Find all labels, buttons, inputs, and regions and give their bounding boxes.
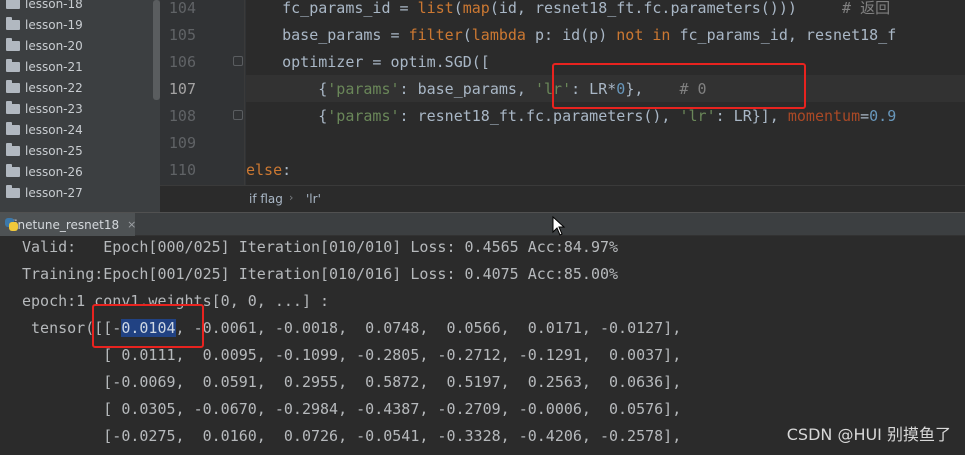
folder-icon: [6, 79, 20, 93]
folder-icon: [6, 142, 20, 156]
console-line: [ 0.0111, 0.0095, -0.1099, -0.2805, -0.2…: [22, 346, 682, 364]
breadcrumb-separator: ›: [289, 191, 294, 204]
fold-marker-icon[interactable]: [233, 110, 243, 120]
breadcrumb-item-lr[interactable]: 'lr': [306, 192, 321, 206]
tree-item-label: lesson-25: [25, 143, 83, 158]
line-number: 105: [168, 26, 196, 44]
gutter-separator: [244, 0, 245, 185]
tree-item-label: lesson-24: [25, 122, 83, 137]
tree-item-label: lesson-20: [25, 38, 83, 53]
watermark: CSDN @HUI 别摸鱼了: [786, 425, 951, 444]
highlight-box-weight: [92, 304, 204, 348]
breadcrumb-item-if-flag[interactable]: if flag: [249, 192, 283, 206]
run-tab-label: finetune_resnet18: [10, 217, 120, 232]
line-number: 106: [168, 53, 196, 71]
line-number: 109: [168, 134, 196, 152]
line-number: 108: [168, 107, 196, 125]
code-editor[interactable]: fc_params_id = list(map(id, resnet18_ft.…: [246, 0, 965, 185]
tree-item-label: lesson-18: [25, 0, 83, 11]
tree-item-lesson-23[interactable]: lesson-23: [6, 98, 83, 119]
project-tree: lesson-18 lesson-19 lesson-20 lesson-21 …: [0, 0, 160, 212]
line-number-current: 107: [168, 80, 196, 98]
tree-item-label: lesson-21: [25, 59, 83, 74]
fold-marker-icon[interactable]: [233, 56, 243, 66]
tree-item-label: lesson-27: [25, 185, 83, 200]
tree-item-lesson-27[interactable]: lesson-27: [6, 182, 83, 203]
tree-item-label: lesson-19: [25, 17, 83, 32]
console-line: Valid: Epoch[000/025] Iteration[010/010]…: [22, 238, 619, 256]
tree-item-lesson-26[interactable]: lesson-26: [6, 161, 83, 182]
tree-item-lesson-25[interactable]: lesson-25: [6, 140, 83, 161]
editor-gutter: 104 105 106 107 108 109 110: [160, 0, 246, 185]
tree-item-lesson-24[interactable]: lesson-24: [6, 119, 83, 140]
folder-icon: [6, 121, 20, 135]
tree-item-lesson-20[interactable]: lesson-20: [6, 35, 83, 56]
console-line: [-0.0275, 0.0160, 0.0726, -0.0541, -0.33…: [22, 427, 682, 445]
run-toolbar: finetune_resnet18 ×: [0, 212, 965, 236]
folder-icon: [6, 100, 20, 114]
folder-icon: [6, 58, 20, 72]
highlight-box-lr: [552, 63, 806, 109]
tree-item-lesson-21[interactable]: lesson-21: [6, 56, 83, 77]
tree-scrollbar[interactable]: [153, 0, 160, 100]
tree-item-lesson-22[interactable]: lesson-22: [6, 77, 83, 98]
tree-item-label: lesson-26: [25, 164, 83, 179]
tree-item-label: lesson-23: [25, 101, 83, 116]
folder-icon: [6, 184, 20, 198]
mouse-pointer-icon: [552, 216, 566, 236]
folder-icon: [6, 0, 20, 9]
console-line: Training:Epoch[001/025] Iteration[010/01…: [22, 265, 619, 283]
close-icon[interactable]: ×: [127, 218, 136, 231]
run-tab-finetune-resnet18[interactable]: finetune_resnet18 ×: [0, 213, 136, 236]
code-line-106: optimizer = optim.SGD([: [246, 53, 490, 71]
console-line: [-0.0069, 0.0591, 0.2955, 0.5872, 0.5197…: [22, 373, 682, 391]
code-line-105: base_params = filter(lambda p: id(p) not…: [246, 26, 897, 44]
console-line: [ 0.0305, -0.0670, -0.2984, -0.4387, -0.…: [22, 400, 682, 418]
folder-icon: [6, 16, 20, 30]
folder-icon: [6, 37, 20, 51]
line-number: 110: [168, 161, 196, 179]
code-line-104: fc_params_id = list(map(id, resnet18_ft.…: [246, 0, 891, 17]
tree-item-lesson-18[interactable]: lesson-18: [6, 0, 83, 14]
tree-item-label: lesson-22: [25, 80, 83, 95]
folder-icon: [6, 163, 20, 177]
tree-item-lesson-19[interactable]: lesson-19: [6, 14, 83, 35]
line-number: 104: [168, 0, 196, 17]
code-line-108: {'params': resnet18_ft.fc.parameters(), …: [246, 107, 897, 125]
breadcrumb: if flag › 'lr': [160, 185, 965, 212]
code-line-110: else:: [246, 161, 292, 179]
